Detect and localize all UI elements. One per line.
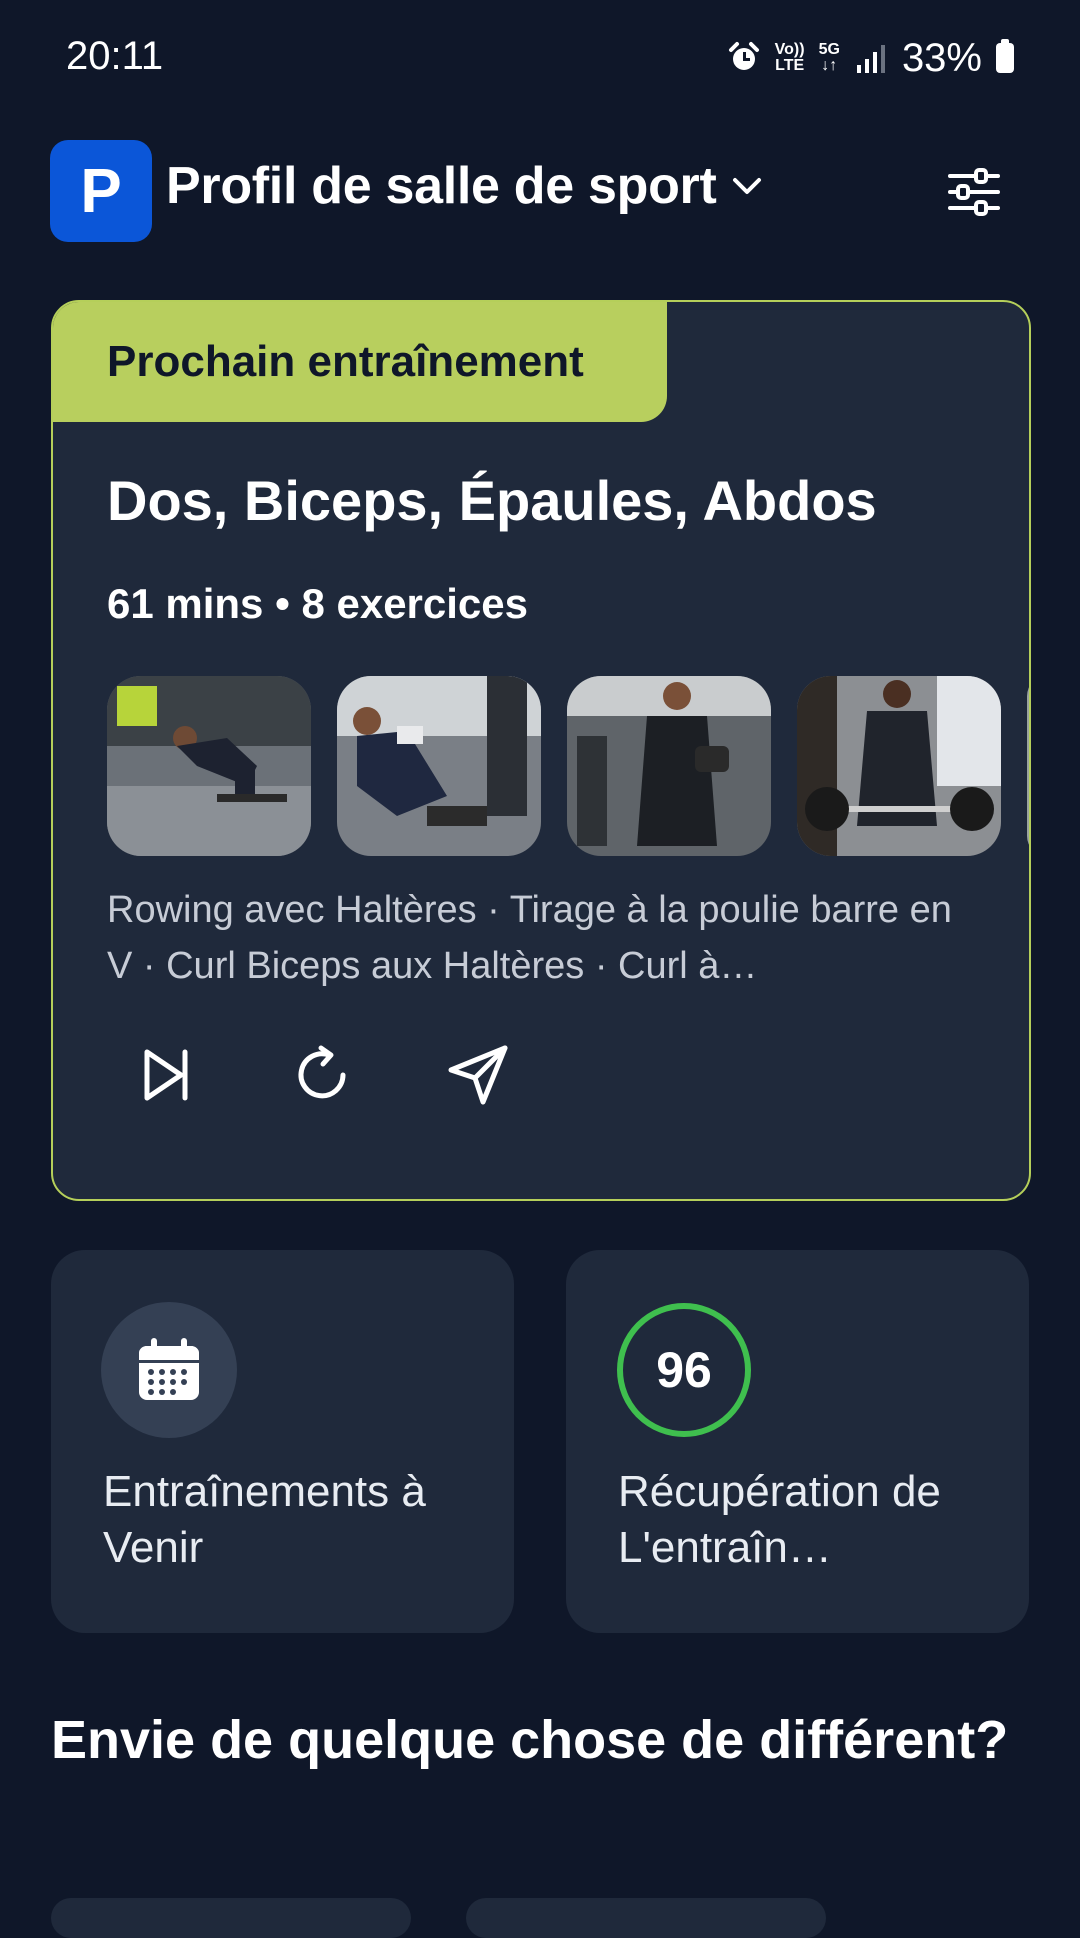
suggestion-card-peek[interactable]: [51, 1898, 411, 1938]
chevron-down-icon: [732, 178, 761, 194]
status-icons: Vo)) LTE 5G ↓↑ 33%: [727, 34, 1014, 82]
calendar-icon: [139, 1338, 199, 1400]
network-gen-indicator: 5G ↓↑: [819, 42, 840, 74]
workout-meta: 61 mins • 8 exercices: [107, 580, 529, 627]
exercise-list: Rowing avec Haltères · Tirage à la pouli…: [107, 889, 952, 987]
send-icon[interactable]: [445, 1042, 511, 1108]
signal-icon: [856, 45, 885, 73]
volte-top: Vo)): [774, 41, 805, 58]
page-title: Profil de salle de sport: [166, 157, 717, 215]
volte-indicator: Vo)) LTE: [775, 42, 805, 74]
next-workout-badge: Prochain entraînement: [53, 302, 667, 422]
alarm-icon: [728, 42, 759, 70]
profile-selector[interactable]: Profil de salle de sport: [166, 156, 765, 216]
workout-title: Dos, Biceps, Épaules, Abdos: [107, 469, 877, 532]
cable-row-thumbnail[interactable]: [337, 676, 541, 856]
battery-percent: 33%: [901, 35, 982, 80]
network-gen-bottom: ↓↑: [821, 57, 838, 74]
exercise-thumbnails[interactable]: [107, 676, 1029, 856]
recovery-score: 96: [656, 1342, 712, 1398]
network-gen-top: 5G: [818, 41, 840, 58]
skip-next-icon[interactable]: [133, 1042, 199, 1108]
calendar-icon-circle: [101, 1302, 237, 1438]
next-workout-card[interactable]: Prochain entraînement Dos, Biceps, Épaul…: [51, 300, 1031, 1201]
workout-actions: [133, 1042, 511, 1108]
status-bar: 20:11 Vo)) LTE 5G ↓↑ 33%: [0, 0, 1080, 92]
dumbbell-curl-thumbnail[interactable]: [567, 676, 771, 856]
status-time: 20:11: [66, 34, 164, 78]
upcoming-workouts-label: Entraînements à Venir: [103, 1467, 426, 1572]
upcoming-workouts-tile[interactable]: Entraînements à Venir: [51, 1250, 514, 1633]
profile-logo[interactable]: P: [50, 140, 152, 242]
recovery-label: Récupération de L'entraîn…: [618, 1467, 941, 1572]
volte-bottom: LTE: [775, 57, 805, 74]
refresh-icon[interactable]: [289, 1042, 355, 1108]
section-title: Envie de quelque chose de différent?: [51, 1710, 1009, 1770]
suggestion-card-peek[interactable]: [466, 1898, 826, 1938]
header: P Profil de salle de sport: [0, 92, 1080, 292]
battery-icon: [996, 39, 1014, 73]
more-thumbnail[interactable]: [1027, 676, 1031, 856]
barbell-curl-thumbnail[interactable]: [797, 676, 1001, 856]
rowing-thumbnail[interactable]: [107, 676, 311, 856]
filters-icon[interactable]: [946, 164, 1002, 220]
recovery-tile[interactable]: 96 Récupération de L'entraîn…: [566, 1250, 1029, 1633]
